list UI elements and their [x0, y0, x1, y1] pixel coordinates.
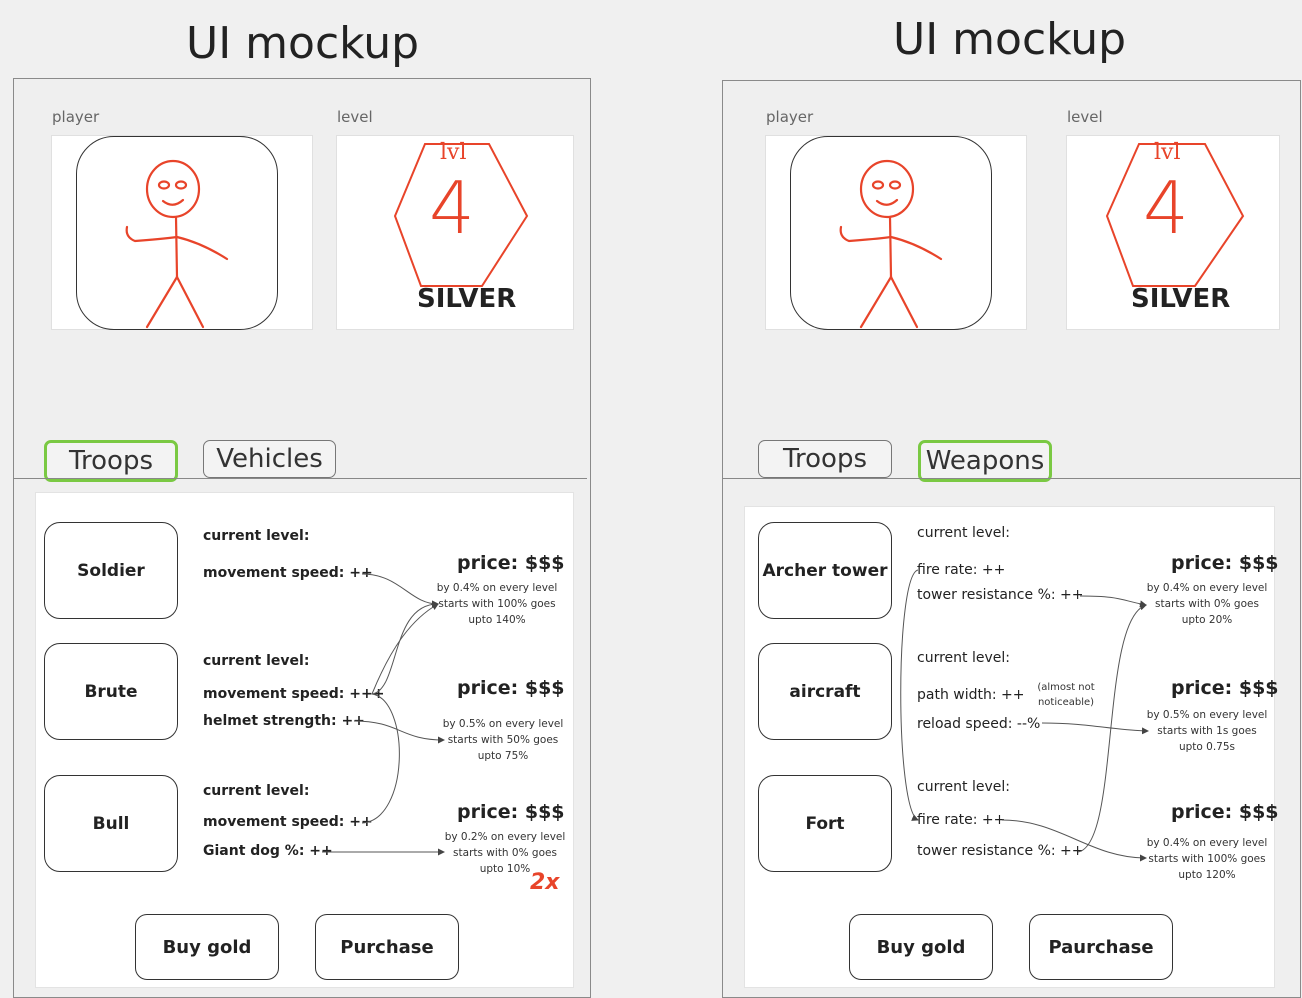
scribble-2x: 2x: [530, 870, 560, 895]
aircraft-price: price: $$$: [1171, 677, 1279, 699]
item-aircraft[interactable]: aircraft: [758, 643, 892, 740]
note-line: upto 0.75s: [1178, 741, 1236, 753]
aircraft-path-width: path width: ++: [917, 687, 1025, 703]
brute-movement-speed: movement speed: +++: [203, 686, 385, 702]
right-level-card: lvl 4 SILVER: [1066, 135, 1280, 330]
left-player-label: player: [52, 108, 100, 126]
fort-tower-resistance: tower resistance %: ++: [917, 843, 1084, 859]
note-line: noticeable): [1037, 697, 1095, 708]
left-level-label: level: [337, 108, 373, 126]
note-line: upto 140%: [468, 614, 526, 626]
archer-price: price: $$$: [1171, 552, 1279, 574]
tab-weapons[interactable]: Weapons: [918, 440, 1052, 482]
bull-giant-dog: Giant dog %: ++: [203, 843, 333, 859]
note-line: (almost not: [1037, 682, 1095, 693]
soldier-movement-speed: movement speed: ++: [203, 565, 373, 581]
archer-current-level: current level:: [917, 525, 1010, 541]
tab-vehicles[interactable]: Vehicles: [203, 440, 336, 478]
tab-troops[interactable]: Troops: [758, 440, 892, 478]
note-line: by 0.2% on every level: [444, 831, 566, 843]
note-line: by 0.4% on every level: [1146, 582, 1268, 594]
brute-price-note: by 0.5% on every level starts with 50% g…: [428, 716, 578, 764]
brute-current-level: current level:: [203, 653, 310, 669]
level-number: 4: [429, 166, 475, 250]
note-line: starts with 100% goes: [438, 598, 556, 610]
bull-current-level: current level:: [203, 783, 310, 799]
right-mockup-title: UI mockup: [893, 14, 1127, 65]
item-fort[interactable]: Fort: [758, 775, 892, 872]
note-line: by 0.4% on every level: [436, 582, 558, 594]
rank-label: SILVER: [417, 284, 517, 314]
buy-gold-button[interactable]: Buy gold: [849, 914, 993, 980]
note-line: upto 75%: [477, 750, 529, 762]
level-lvl-text: lvl: [440, 140, 467, 165]
item-archer-tower[interactable]: Archer tower: [758, 522, 892, 619]
aircraft-price-note: by 0.5% on every level starts with 1s go…: [1132, 707, 1282, 755]
brute-price: price: $$$: [457, 677, 565, 699]
level-lvl-text: lvl: [1154, 140, 1181, 165]
note-line: by 0.5% on every level: [1146, 709, 1268, 721]
item-soldier[interactable]: Soldier: [44, 522, 178, 619]
right-level-label: level: [1067, 108, 1103, 126]
soldier-price-note: by 0.4% on every level starts with 100% …: [422, 580, 572, 628]
note-line: starts with 0% goes: [453, 847, 557, 859]
note-line: starts with 50% goes: [447, 734, 559, 746]
fort-fire-rate: fire rate: ++: [917, 812, 1006, 828]
tab-troops[interactable]: Troops: [44, 440, 178, 482]
note-line: upto 120%: [1178, 869, 1236, 881]
note-line: by 0.4% on every level: [1146, 837, 1268, 849]
bull-price: price: $$$: [457, 801, 565, 823]
soldier-current-level: current level:: [203, 528, 310, 544]
note-line: starts with 0% goes: [1155, 598, 1259, 610]
right-player-card: [765, 135, 1027, 330]
archer-fire-rate: fire rate: ++: [917, 562, 1006, 578]
left-mockup-title: UI mockup: [186, 18, 420, 69]
player-avatar[interactable]: [76, 136, 278, 330]
rank-label: SILVER: [1131, 284, 1231, 314]
note-line: upto 20%: [1181, 614, 1233, 626]
fort-price-note: by 0.4% on every level starts with 100% …: [1132, 835, 1282, 883]
level-number: 4: [1143, 166, 1189, 250]
right-tab-divider: [722, 478, 1300, 479]
soldier-price: price: $$$: [457, 552, 565, 574]
player-avatar[interactable]: [790, 136, 992, 330]
note-line: starts with 1s goes: [1157, 725, 1257, 737]
aircraft-side-note: (almost not noticeable): [1028, 680, 1104, 710]
item-brute[interactable]: Brute: [44, 643, 178, 740]
right-player-label: player: [766, 108, 814, 126]
left-level-card: lvl 4 SILVER: [336, 135, 574, 330]
brute-helmet-strength: helmet strength: ++: [203, 713, 365, 729]
left-player-card: [51, 135, 313, 330]
stick-figure-icon: [125, 159, 229, 329]
bull-movement-speed: movement speed: ++: [203, 814, 373, 830]
stick-figure-icon: [839, 159, 943, 329]
note-line: starts with 100% goes: [1148, 853, 1266, 865]
fort-price: price: $$$: [1171, 801, 1279, 823]
left-tab-divider: [13, 478, 587, 479]
aircraft-reload-speed: reload speed: --%: [917, 716, 1041, 732]
fort-current-level: current level:: [917, 779, 1010, 795]
archer-price-note: by 0.4% on every level starts with 0% go…: [1132, 580, 1282, 628]
note-line: by 0.5% on every level: [442, 718, 564, 730]
item-bull[interactable]: Bull: [44, 775, 178, 872]
paurchase-button[interactable]: Paurchase: [1029, 914, 1173, 980]
purchase-button[interactable]: Purchase: [315, 914, 459, 980]
buy-gold-button[interactable]: Buy gold: [135, 914, 279, 980]
archer-tower-resistance: tower resistance %: ++: [917, 587, 1084, 603]
aircraft-current-level: current level:: [917, 650, 1010, 666]
